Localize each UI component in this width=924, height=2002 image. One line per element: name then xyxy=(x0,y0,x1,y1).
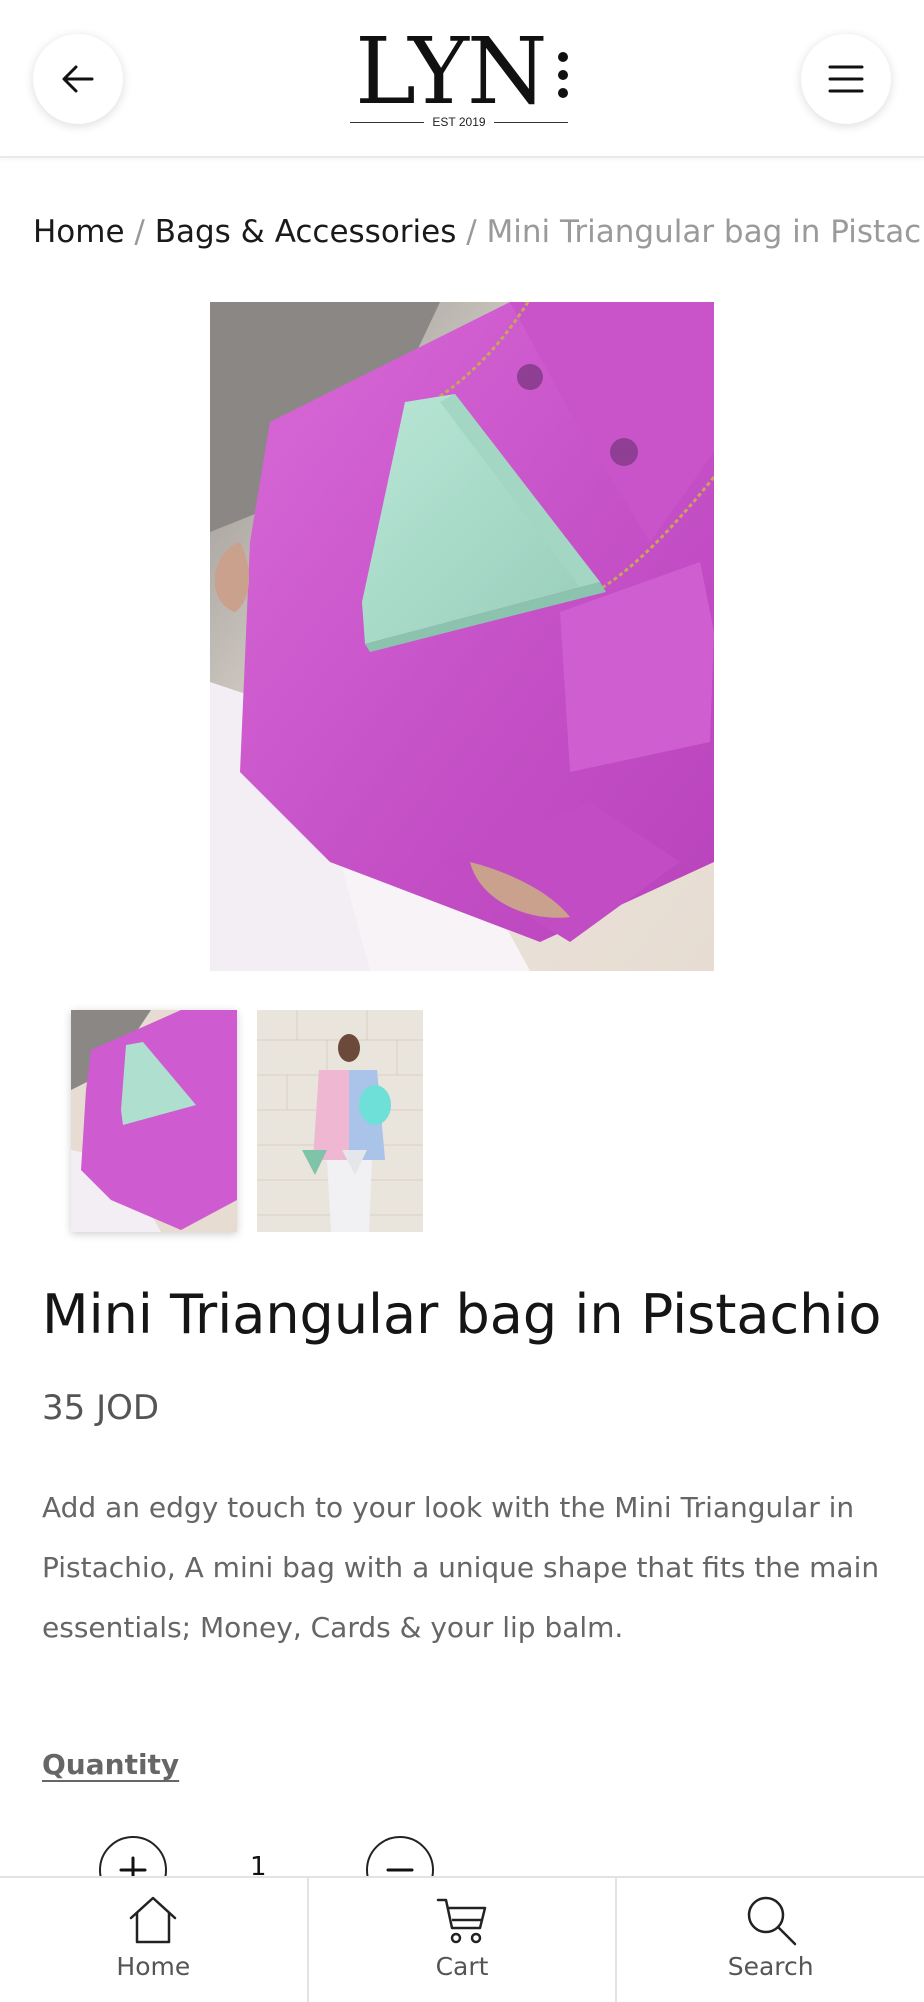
home-icon xyxy=(130,1896,177,1944)
back-button[interactable] xyxy=(33,34,123,124)
breadcrumb-separator: / xyxy=(134,214,145,250)
logo-dots xyxy=(558,52,570,114)
nav-item-home[interactable]: Home xyxy=(0,1878,307,2002)
top-header: LYN EST 2019 xyxy=(0,0,924,158)
breadcrumb-separator: / xyxy=(466,214,477,250)
product-title: Mini Triangular bag in Pistachio xyxy=(42,1283,882,1346)
nav-item-cart[interactable]: Cart xyxy=(306,1878,616,2002)
search-icon xyxy=(747,1896,796,1946)
hamburger-menu-icon xyxy=(828,65,864,93)
thumbnail-photo xyxy=(71,1010,237,1232)
product-photo xyxy=(210,302,714,971)
breadcrumb-home[interactable]: Home xyxy=(33,214,125,250)
product-main-image[interactable] xyxy=(210,302,714,971)
cart-icon xyxy=(436,1898,487,1944)
thumbnail-photo xyxy=(257,1010,423,1232)
bottom-navigation: Home Cart Search xyxy=(0,1876,924,2002)
logo-subtext: EST 2019 xyxy=(432,115,486,129)
menu-button[interactable] xyxy=(801,34,891,124)
quantity-label: Quantity xyxy=(42,1748,180,1781)
logo-subtext-row: EST 2019 xyxy=(350,114,568,130)
product-description: Add an edgy touch to your look with the … xyxy=(42,1491,880,1644)
product-thumbnail-2[interactable] xyxy=(257,1010,423,1232)
breadcrumb-current: Mini Triangular bag in Pistachio xyxy=(486,214,924,250)
nav-label-cart: Cart xyxy=(435,1952,489,1981)
product-price: 35 JOD xyxy=(42,1388,160,1428)
brand-logo[interactable]: LYN EST 2019 xyxy=(350,22,575,134)
nav-label-home: Home xyxy=(116,1952,191,1981)
product-thumbnail-1[interactable] xyxy=(71,1010,237,1232)
nav-label-search: Search xyxy=(727,1952,814,1981)
breadcrumb-category[interactable]: Bags & Accessories xyxy=(155,214,457,250)
arrow-left-icon xyxy=(62,65,94,93)
nav-item-search[interactable]: Search xyxy=(615,1878,924,2002)
logo-text: LYN xyxy=(355,18,547,125)
breadcrumb: Home / Bags & Accessories / Mini Triangu… xyxy=(33,212,924,252)
